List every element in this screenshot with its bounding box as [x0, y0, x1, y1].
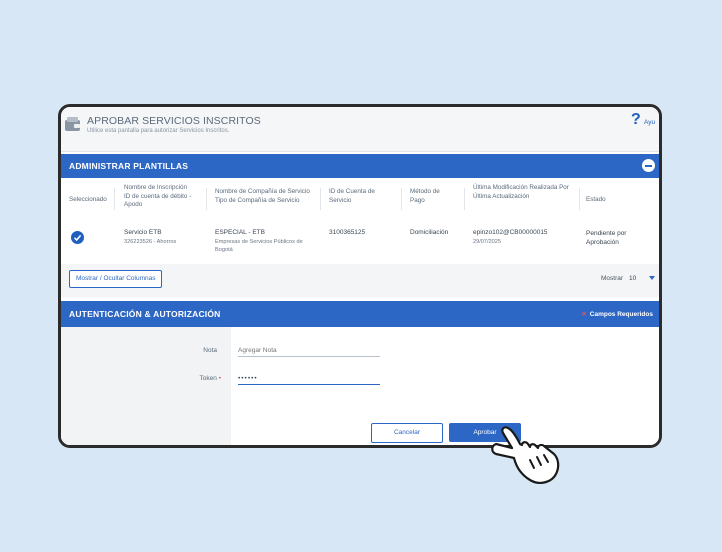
- app-window: APROBAR SERVICIOS INSCRITOS Utilice esta…: [58, 104, 662, 448]
- page-size-select[interactable]: 10: [629, 275, 636, 282]
- page-subtitle: Utilice esta pantalla para autorizar Ser…: [87, 128, 230, 134]
- column-header-enrollment[interactable]: Nombre de Inscripción ID de cuenta de dé…: [124, 184, 202, 210]
- pointing-hand-icon: [491, 426, 560, 484]
- column-header-payment-method[interactable]: Método de Pago: [410, 188, 454, 205]
- help-icon[interactable]: ?: [631, 111, 641, 129]
- page-header: APROBAR SERVICIOS INSCRITOS Utilice esta…: [61, 107, 659, 152]
- collapse-icon[interactable]: [642, 159, 655, 172]
- required-asterisk: •: [218, 375, 221, 382]
- page-title: APROBAR SERVICIOS INSCRITOS: [87, 115, 261, 127]
- form-label-column: [61, 327, 231, 445]
- note-label: Nota: [203, 347, 217, 354]
- chevron-down-icon[interactable]: [649, 276, 655, 280]
- last-modified-cell: epinzo102@CB00000015 29/07/2025: [473, 229, 548, 245]
- help-link[interactable]: Ayu: [644, 119, 655, 126]
- status-cell: Pendiente por Aprobación: [586, 230, 627, 246]
- column-divider: [206, 188, 207, 210]
- check-mark-icon: [73, 234, 82, 242]
- wallet-icon: [65, 117, 80, 131]
- table-row[interactable]: Servicio ETB 326223526 - Ahorros ESPECIA…: [61, 220, 659, 265]
- page-size-label: Mostrar: [601, 275, 624, 282]
- token-input[interactable]: [238, 373, 380, 385]
- column-header-status[interactable]: Estado: [586, 196, 606, 205]
- payment-method-cell: Domiciliación: [410, 229, 449, 236]
- toggle-columns-button[interactable]: Mostrar / Ocultar Columnas: [69, 270, 163, 288]
- required-marker-icon: ✕: [581, 311, 587, 318]
- token-label: Token •: [199, 375, 221, 382]
- column-divider: [579, 188, 580, 210]
- column-header-last-modified[interactable]: Última Modificación Realizada Por Última…: [473, 184, 573, 201]
- auth-section-header: AUTENTICACIÓN & AUTORIZACIÓN ✕ Campos Req…: [61, 301, 659, 327]
- table-toolbar: Mostrar / Ocultar Columnas Mostrar 10: [61, 264, 659, 297]
- auth-section-title: AUTENTICACIÓN & AUTORIZACIÓN: [69, 309, 221, 319]
- column-divider: [114, 188, 115, 210]
- templates-section-title: ADMINISTRAR PLANTILLAS: [69, 161, 189, 171]
- templates-section-header: ADMINISTRAR PLANTILLAS: [61, 154, 659, 178]
- required-fields-legend: ✕ Campos Requeridos: [581, 311, 653, 318]
- column-header-service-account[interactable]: ID de Cuenta de Servicio: [329, 188, 389, 205]
- selected-check-icon[interactable]: [71, 231, 84, 244]
- company-cell: ESPECIAL - ETB Empresas de Servicios Púb…: [215, 229, 303, 253]
- column-header-company[interactable]: Nombre de Compañía de Servicio Tipo de C…: [215, 188, 325, 205]
- note-input[interactable]: [238, 345, 380, 357]
- enrollment-cell: Servicio ETB 326223526 - Ahorros: [124, 229, 177, 245]
- service-account-cell: 3100365125: [329, 229, 366, 236]
- column-divider: [464, 188, 465, 210]
- table-header: Seleccionado Nombre de Inscripción ID de…: [61, 178, 659, 221]
- cancel-button[interactable]: Cancelar: [371, 423, 443, 443]
- column-divider: [401, 188, 402, 210]
- column-header-selected[interactable]: Seleccionado: [69, 196, 107, 205]
- column-divider: [320, 188, 321, 210]
